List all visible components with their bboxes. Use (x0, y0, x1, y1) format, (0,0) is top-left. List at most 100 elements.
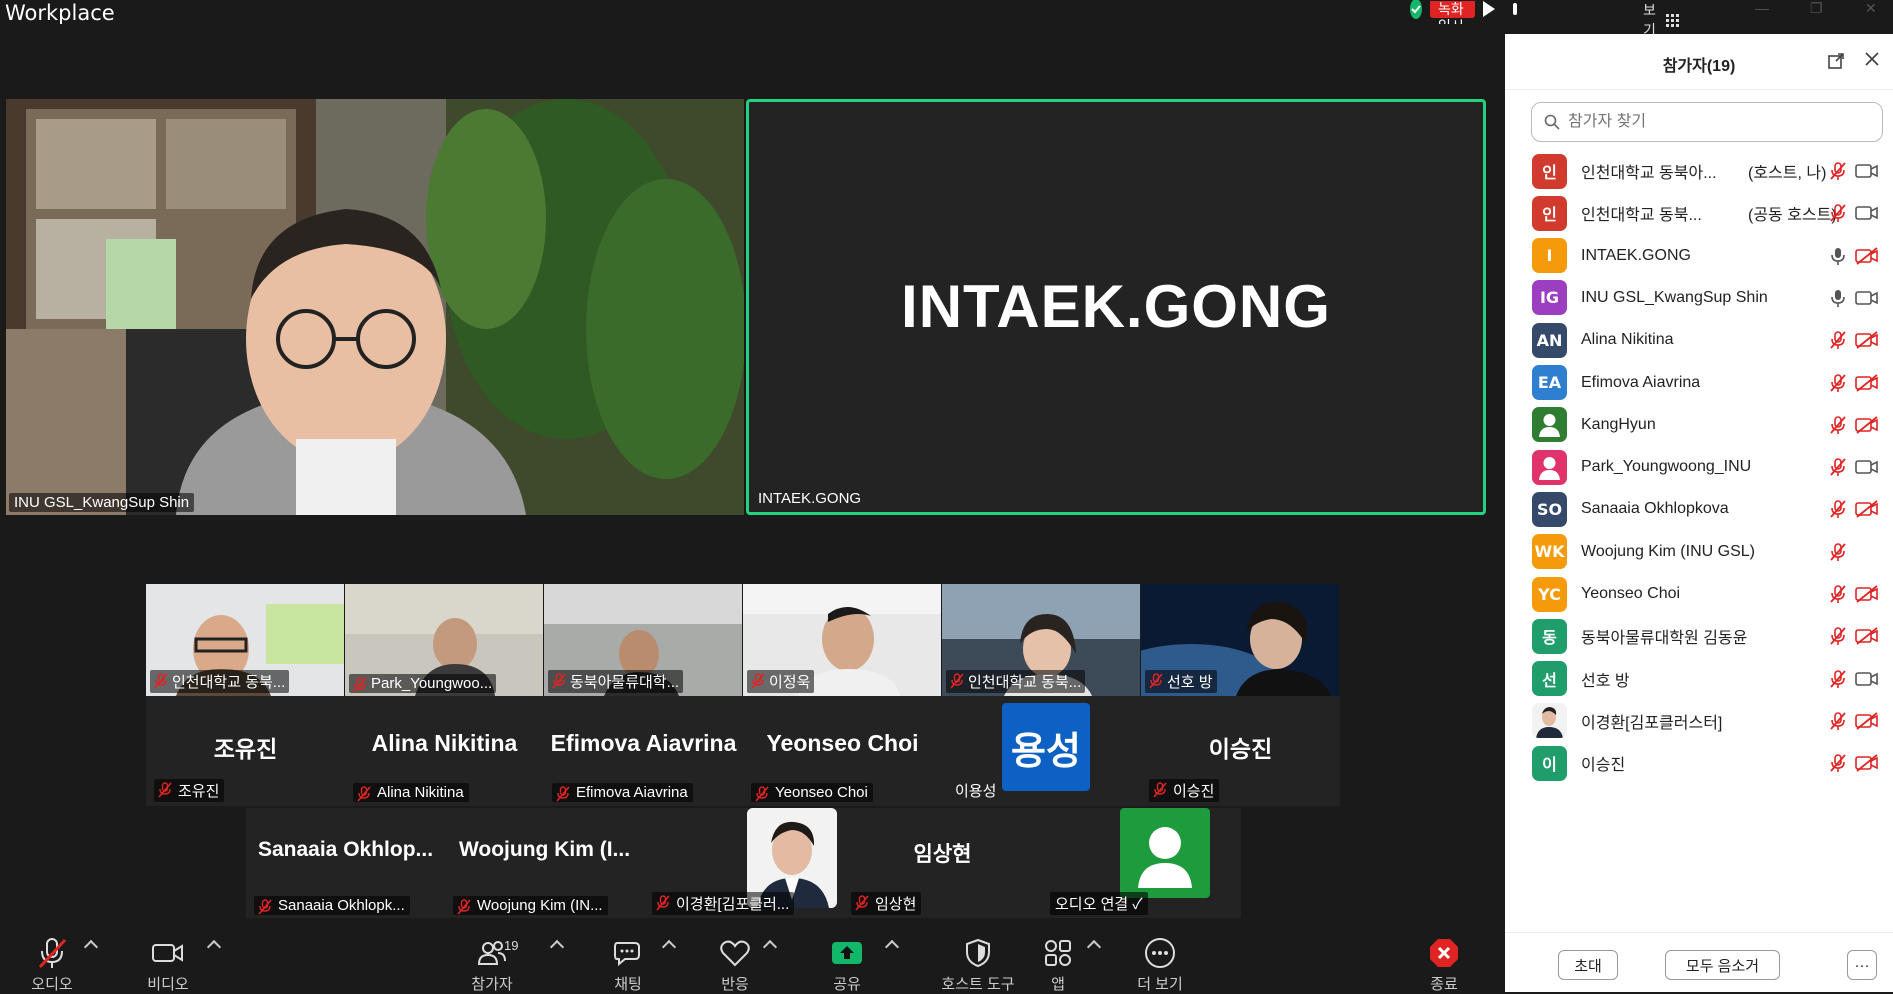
participant-row[interactable]: WK Woojung Kim (INU GSL) (1505, 531, 1893, 573)
name-tile[interactable]: Yeonseo Choi Yeonseo Choi (743, 696, 942, 806)
mic-muted-icon[interactable] (1828, 499, 1848, 519)
tile-big-name: Alina Nikitina (371, 730, 518, 756)
participant-name: 선호 방 (1581, 672, 1630, 690)
share-button[interactable]: 공유 (807, 936, 887, 994)
mic-muted-icon[interactable] (1828, 203, 1848, 223)
camera-off-icon[interactable] (1855, 415, 1879, 435)
participant-row[interactable]: 인 인천대학교 동북아... (호스트, 나) (1505, 150, 1893, 192)
camera-off-icon[interactable] (1855, 373, 1879, 393)
popout-icon[interactable] (1827, 52, 1845, 75)
video-tile[interactable]: 인천대학교 동북... (146, 584, 344, 696)
name-tile[interactable]: Sanaaia Okhlop... Sanaaia Okhlopk... (246, 808, 445, 918)
camera-icon[interactable] (1855, 161, 1879, 181)
participant-row[interactable]: AN Alina Nikitina (1505, 319, 1893, 361)
name-tile[interactable]: 임상현 임상현 (843, 808, 1042, 918)
avatar: YC (1532, 576, 1567, 612)
chat-button[interactable]: 채팅 (588, 936, 668, 994)
minimize-icon[interactable]: — (1755, 0, 1769, 16)
video-tile[interactable]: Park_Youngwoo... (345, 584, 543, 696)
participant-row[interactable]: IG INU GSL_KwangSup Shin (1505, 277, 1893, 319)
name-tile[interactable]: Alina Nikitina Alina Nikitina (345, 696, 544, 806)
active-speaker-tile[interactable]: INTAEK.GONG INTAEK.GONG (746, 99, 1486, 515)
mute-all-button[interactable]: 모두 음소거 (1665, 950, 1780, 980)
tile-name-label: 이정욱 (747, 670, 815, 693)
mic-muted-icon[interactable] (1828, 457, 1848, 477)
maximize-icon[interactable]: ❐ (1810, 0, 1823, 17)
participant-row[interactable]: SO Sanaaia Okhlopkova (1505, 488, 1893, 530)
video-tile-kwangsup[interactable]: INU GSL_KwangSup Shin (6, 99, 744, 515)
participant-row[interactable]: EA Efimova Aiavrina (1505, 362, 1893, 404)
camera-off-icon[interactable] (1855, 753, 1879, 773)
mic-muted-icon (154, 673, 168, 689)
audio-button[interactable]: 오디오 (12, 936, 92, 994)
video-caret-icon[interactable] (206, 939, 222, 955)
mic-muted-icon[interactable] (1828, 415, 1848, 435)
end-button[interactable]: 종료 (1404, 936, 1484, 994)
participant-row[interactable]: 인 인천대학교 동북... (공동 호스트) (1505, 192, 1893, 234)
camera-off-icon[interactable] (1855, 711, 1879, 731)
video-tile[interactable]: 이정욱 (743, 584, 941, 696)
camera-off-icon[interactable] (1855, 584, 1879, 604)
mic-muted-icon[interactable] (1828, 542, 1848, 562)
mic-muted-icon[interactable] (1828, 373, 1848, 393)
participants-caret-icon[interactable] (549, 939, 565, 955)
close-window-icon[interactable]: ✕ (1865, 0, 1877, 17)
participant-row[interactable]: Park_Youngwoong_INU (1505, 446, 1893, 488)
stop-recording-icon[interactable] (1513, 3, 1517, 15)
participant-role: (공동 호스트) (1748, 207, 1837, 225)
close-panel-icon[interactable] (1863, 50, 1881, 73)
panel-more-button[interactable]: ··· (1847, 950, 1877, 980)
camera-off-icon[interactable] (1855, 330, 1879, 350)
participant-row[interactable]: I INTAEK.GONG (1505, 235, 1893, 277)
speaker-big-name: INTAEK.GONG (901, 273, 1331, 340)
apps-button[interactable]: 앱 (1018, 936, 1098, 994)
camera-icon[interactable] (1855, 669, 1879, 689)
mic-muted-icon[interactable] (1828, 626, 1848, 646)
video-button[interactable]: 비디오 (128, 936, 208, 994)
mic-muted-icon (357, 786, 371, 802)
camera-off-icon[interactable] (1855, 246, 1879, 266)
more-button[interactable]: 더 보기 (1120, 936, 1200, 994)
camera-icon[interactable] (1855, 203, 1879, 223)
mic-icon[interactable] (1828, 246, 1848, 266)
participant-search[interactable] (1531, 102, 1883, 142)
mic-muted-icon[interactable] (1828, 753, 1848, 773)
mic-muted-icon (1149, 673, 1163, 689)
participant-row[interactable]: 동 동북아물류대학원 김동윤 (1505, 615, 1893, 657)
video-stage: INU GSL_KwangSup Shin INTAEK.GONG INTAEK… (0, 24, 1505, 924)
participant-row[interactable]: KangHyun (1505, 404, 1893, 446)
invite-button[interactable]: 초대 (1558, 950, 1618, 980)
camera-off-icon[interactable] (1855, 626, 1879, 646)
avatar: 인 (1532, 153, 1567, 189)
name-tile[interactable]: Efimova Aiavrina Efimova Aiavrina (544, 696, 743, 806)
camera-off-icon[interactable] (1855, 499, 1879, 519)
mic-icon[interactable] (1828, 288, 1848, 308)
name-tile[interactable]: Woojung Kim (I... Woojung Kim (IN... (445, 808, 644, 918)
participant-row[interactable]: 이 이승진 (1505, 742, 1893, 784)
name-tile[interactable]: 용성 이용성 (942, 696, 1141, 806)
participant-row[interactable]: 선 선호 방 (1505, 658, 1893, 700)
video-tile[interactable]: 동북아물류대학... (544, 584, 742, 696)
camera-icon[interactable] (1855, 457, 1879, 477)
name-tile[interactable]: 조유진 조유진 (146, 696, 345, 806)
tile-big-name: 이승진 (1208, 736, 1273, 762)
participant-row[interactable]: YC Yeonseo Choi (1505, 573, 1893, 615)
participant-row[interactable]: 이경환[김포클러스터] (1505, 700, 1893, 742)
share-caret-icon[interactable] (884, 939, 900, 955)
mic-muted-icon[interactable] (1828, 711, 1848, 731)
camera-icon[interactable] (1855, 288, 1879, 308)
name-tile[interactable]: 이승진 이승진 (1141, 696, 1340, 806)
mic-muted-icon[interactable] (1828, 161, 1848, 181)
reactions-button[interactable]: 반응 (695, 936, 775, 994)
mic-muted-icon[interactable] (1828, 330, 1848, 350)
resume-recording-icon[interactable] (1483, 1, 1496, 17)
person-icon (1138, 827, 1192, 888)
search-input[interactable] (1568, 113, 1868, 131)
mic-muted-icon[interactable] (1828, 669, 1848, 689)
video-tile[interactable]: 선호 방 (1141, 584, 1339, 696)
name-tile[interactable]: 오디오 연결 ✓ (1042, 808, 1241, 918)
participants-button[interactable]: 19 참가자 (452, 936, 532, 994)
name-tile[interactable]: 이경환[김포클러... (644, 808, 843, 918)
mic-muted-icon[interactable] (1828, 584, 1848, 604)
video-tile[interactable]: 인천대학교 동북... (942, 584, 1140, 696)
